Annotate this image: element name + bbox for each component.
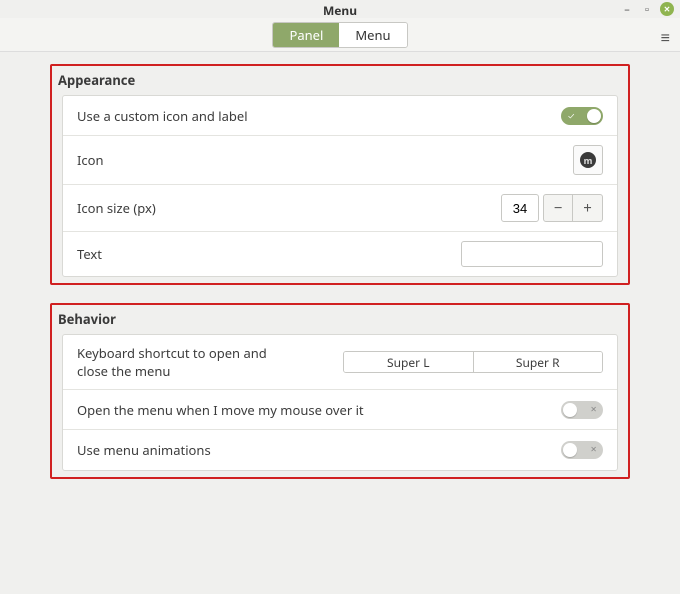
- icon-size-label: Icon size (px): [77, 199, 501, 217]
- animations-toggle[interactable]: [561, 441, 603, 459]
- text-input[interactable]: [461, 241, 603, 267]
- behavior-section: Behavior Keyboard shortcut to open and c…: [50, 303, 630, 479]
- tab-group: Panel Menu: [272, 22, 407, 48]
- appearance-title: Appearance: [52, 66, 628, 95]
- shortcut-super-l[interactable]: Super L: [344, 352, 474, 372]
- close-icon[interactable]: [660, 2, 674, 16]
- behavior-title: Behavior: [52, 305, 628, 334]
- shortcut-super-r[interactable]: Super R: [474, 352, 603, 372]
- icon-size-input[interactable]: [501, 194, 539, 222]
- icon-size-stepper: − +: [501, 194, 603, 222]
- window-title: Menu: [323, 2, 357, 19]
- hover-open-label: Open the menu when I move my mouse over …: [77, 401, 561, 419]
- shortcut-label: Keyboard shortcut to open and close the …: [77, 344, 307, 380]
- decrease-button[interactable]: −: [543, 194, 573, 222]
- maximize-icon[interactable]: ▫: [640, 2, 654, 16]
- shortcut-group: Super L Super R: [343, 351, 603, 373]
- icon-chooser-button[interactable]: [573, 145, 603, 175]
- minimize-icon[interactable]: –: [620, 2, 634, 16]
- custom-icon-toggle[interactable]: [561, 107, 603, 125]
- hover-open-toggle[interactable]: [561, 401, 603, 419]
- animations-label: Use menu animations: [77, 441, 561, 459]
- tab-panel[interactable]: Panel: [273, 23, 339, 47]
- increase-button[interactable]: +: [573, 194, 603, 222]
- icon-label: Icon: [77, 151, 573, 169]
- appearance-section: Appearance Use a custom icon and label I…: [50, 64, 630, 285]
- mint-logo-icon: [580, 152, 596, 168]
- custom-icon-label: Use a custom icon and label: [77, 107, 561, 125]
- tab-menu[interactable]: Menu: [339, 23, 406, 47]
- hamburger-icon[interactable]: ≡: [661, 26, 670, 48]
- text-label: Text: [77, 245, 461, 263]
